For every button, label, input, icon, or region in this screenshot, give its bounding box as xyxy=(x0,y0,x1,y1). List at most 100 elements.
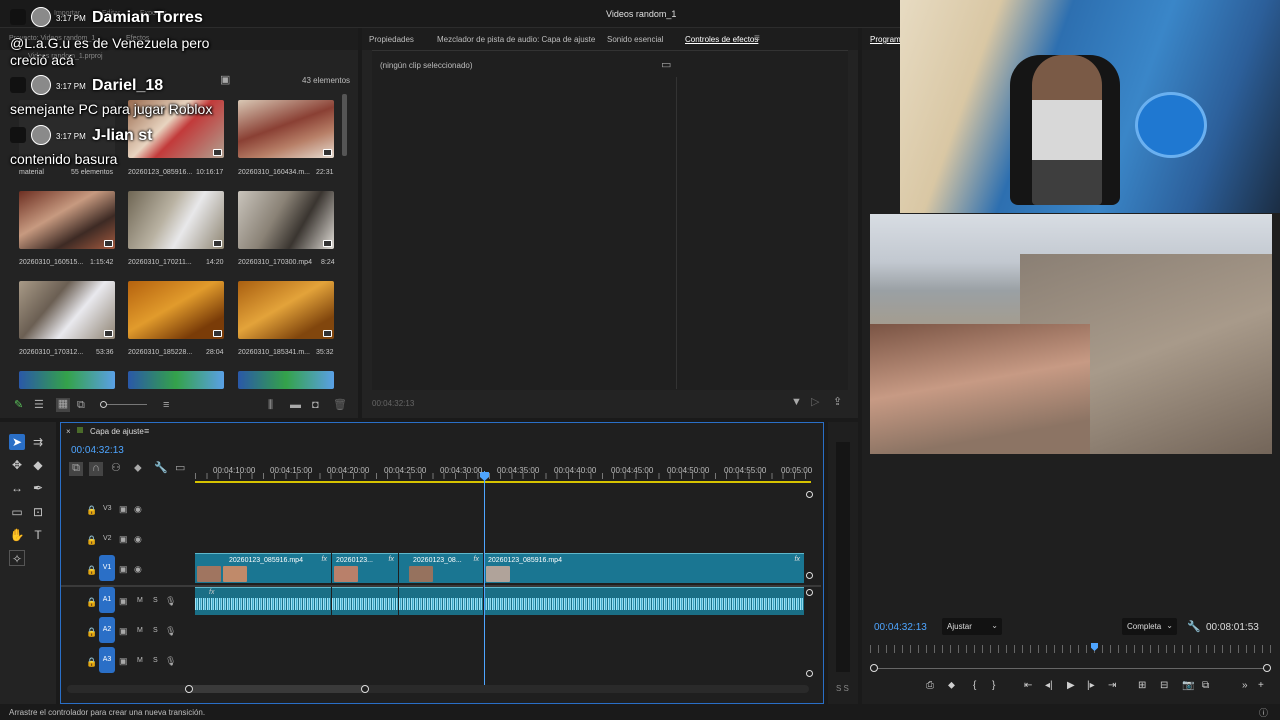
sync-lock-icon[interactable]: ▣ xyxy=(119,533,128,545)
sync-lock-icon[interactable]: ▣ xyxy=(119,625,128,637)
sequence-name[interactable]: Capa de ajuste xyxy=(90,427,144,436)
quality-dropdown[interactable]: Completa ⌄ xyxy=(1122,618,1177,635)
program-zoom-bar[interactable] xyxy=(870,664,1271,672)
panel-menu-icon[interactable]: ≡ xyxy=(754,33,760,45)
thumbnail-clip-10[interactable] xyxy=(128,371,224,389)
program-ruler[interactable] xyxy=(870,645,1272,653)
folder-icon[interactable]: ▬ xyxy=(290,399,301,411)
audio-clip-3[interactable] xyxy=(399,587,483,615)
lock-icon[interactable]: 🔒 xyxy=(86,626,97,638)
tab-properties[interactable]: Propiedades xyxy=(369,35,414,44)
mark-out-icon[interactable]: } xyxy=(992,680,995,691)
zoom-slider[interactable] xyxy=(100,401,147,408)
timeline-h-scroll[interactable] xyxy=(67,685,809,693)
track-v3[interactable]: V3 xyxy=(103,505,112,512)
timeline-settings-icon[interactable]: 🔧 xyxy=(154,462,168,474)
video-clip-3[interactable]: 20260123_08... fx xyxy=(399,553,483,583)
v-zoom-handle[interactable] xyxy=(806,572,813,579)
thumbnail-clip-3[interactable] xyxy=(19,191,115,249)
thumbnail-clip-5[interactable] xyxy=(238,191,334,249)
mic-icon[interactable]: 🎙 xyxy=(165,655,176,667)
audio-clip-4[interactable] xyxy=(484,587,804,615)
hand-tool-icon[interactable]: ✋ xyxy=(9,527,25,543)
scroll-handle-left[interactable] xyxy=(185,685,193,693)
snap-icon[interactable]: ∩ xyxy=(89,462,103,476)
slip-tool-icon[interactable]: ↔ xyxy=(9,480,25,496)
eye-icon[interactable]: ◉ xyxy=(134,503,142,515)
mute-button[interactable]: M xyxy=(137,657,143,664)
lock-icon[interactable]: 🔒 xyxy=(86,656,97,668)
eye-icon[interactable]: ◉ xyxy=(134,533,142,545)
track-v2[interactable]: V2 xyxy=(103,535,112,542)
audio-clip-2[interactable] xyxy=(332,587,398,615)
track-a1[interactable]: A1 xyxy=(99,587,115,613)
play-icon[interactable]: ▶ xyxy=(1067,680,1075,691)
video-clip-2[interactable]: 20260123... fx xyxy=(332,553,398,583)
solo-button[interactable]: S xyxy=(153,597,158,604)
tab-audio-mixer[interactable]: Mezclador de pista de audio: Capa de aju… xyxy=(437,35,595,44)
pen-tool-icon[interactable]: ✒ xyxy=(30,480,46,496)
mute-button[interactable]: M xyxy=(137,597,143,604)
mic-icon[interactable]: 🎙 xyxy=(165,595,176,607)
pencil-icon[interactable]: ✎ xyxy=(14,399,23,411)
lock-icon[interactable]: 🔒 xyxy=(86,596,97,608)
fit-dropdown[interactable]: Ajustar ⌄ xyxy=(942,618,1002,635)
step-back-icon[interactable]: ◂| xyxy=(1045,680,1053,691)
razor-icon[interactable]: ◆ xyxy=(30,457,46,473)
lift-icon[interactable]: ⎙ xyxy=(926,680,934,691)
lock-icon[interactable]: 🔒 xyxy=(86,504,97,516)
ripple-edit-icon[interactable]: ✥ xyxy=(9,457,25,473)
overwrite-icon[interactable]: ⊟ xyxy=(1160,680,1168,691)
solo-button[interactable]: S xyxy=(153,627,158,634)
zoom-slider-handle[interactable] xyxy=(100,401,107,408)
sort-icon[interactable]: ≡ xyxy=(163,399,169,411)
marker-icon[interactable]: ⬥ xyxy=(948,680,955,691)
list-view-icon[interactable]: ☰ xyxy=(34,399,44,411)
video-clip-1[interactable]: 20260123_085916.mp4 fx xyxy=(195,553,331,583)
a-zoom-handle[interactable] xyxy=(806,670,813,677)
solo-button[interactable]: S xyxy=(153,657,158,664)
tab-essential-sound[interactable]: Sonido esencial xyxy=(607,35,663,44)
audio-clip-1[interactable]: fx xyxy=(195,587,331,615)
new-item-icon[interactable]: ◘ xyxy=(312,399,319,411)
toggle-timeline-icon[interactable]: ▭ xyxy=(661,59,671,71)
freeform-view-icon[interactable]: ⧉ xyxy=(77,399,85,411)
compare-icon[interactable]: ⧉ xyxy=(1202,680,1209,691)
sync-lock-icon[interactable]: ▣ xyxy=(119,655,128,667)
sync-lock-icon[interactable]: ▣ xyxy=(119,595,128,607)
generative-tool-icon[interactable]: ✧ xyxy=(9,550,25,566)
lock-icon[interactable]: 🔒 xyxy=(86,534,97,546)
go-to-out-icon[interactable]: ⇥ xyxy=(1108,680,1116,691)
scroll-handle-right[interactable] xyxy=(361,685,369,693)
export-frame-icon[interactable]: 📷 xyxy=(1182,680,1194,691)
v-zoom-handle[interactable] xyxy=(806,491,813,498)
a-zoom-handle[interactable] xyxy=(806,589,813,596)
video-clip-4[interactable]: 20260123_085916.mp4 fx xyxy=(484,553,804,583)
zoom-handle-left[interactable] xyxy=(870,664,878,672)
automate-icon[interactable]: ⫼ xyxy=(268,399,273,411)
play-audio-icon[interactable]: ▷ xyxy=(811,396,819,408)
thumbnail-clip-6[interactable] xyxy=(19,281,115,339)
close-icon[interactable]: × xyxy=(66,427,71,436)
eye-icon[interactable]: ◉ xyxy=(134,563,142,575)
rectangle-tool-icon[interactable]: ▭ xyxy=(9,504,25,520)
sync-lock-icon[interactable]: ▣ xyxy=(119,563,128,575)
mark-in-icon[interactable]: { xyxy=(973,680,976,691)
track-select-icon[interactable]: ⇉ xyxy=(30,434,46,450)
nest-icon[interactable]: ⧉ xyxy=(69,462,83,476)
thumbnail-clip-9[interactable] xyxy=(19,371,115,389)
wrench-icon[interactable]: 🔧 xyxy=(1187,621,1201,633)
step-forward-icon[interactable]: |▸ xyxy=(1087,680,1095,691)
crop-tool-icon[interactable]: ⊡ xyxy=(30,504,46,520)
sync-lock-icon[interactable]: ▣ xyxy=(119,503,128,515)
timeline-timecode[interactable]: 00:04:32:13 xyxy=(71,445,124,456)
type-tool-icon[interactable]: T xyxy=(30,527,46,543)
icon-view-icon[interactable]: ▦ xyxy=(56,398,70,412)
linked-selection-icon[interactable]: ⚇ xyxy=(111,462,121,474)
add-marker-icon[interactable]: ⬥ xyxy=(134,462,142,474)
info-icon[interactable]: ⓘ xyxy=(1259,706,1268,719)
thumbnail-clip-8[interactable] xyxy=(238,281,334,339)
track-v1[interactable]: V1 xyxy=(99,555,115,581)
track-a2[interactable]: A2 xyxy=(99,617,115,643)
scroll-thumb[interactable] xyxy=(189,685,365,693)
